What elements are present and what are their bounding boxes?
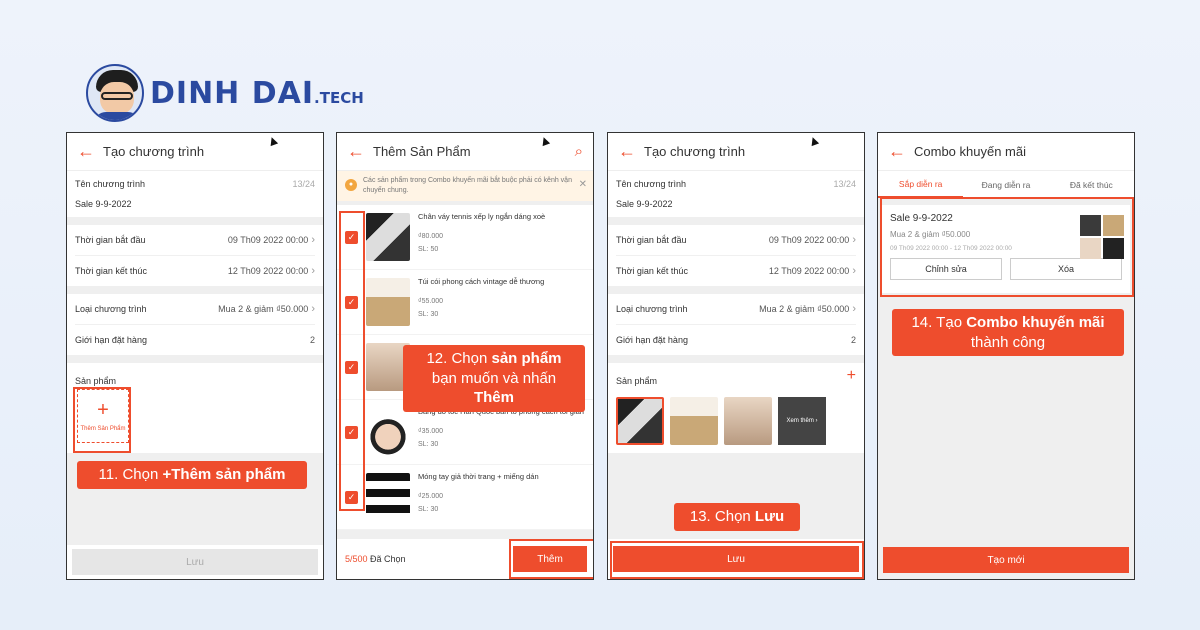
list-item[interactable]: ✓ Móng tay giả thời trang + miếng dán ₫25… bbox=[337, 465, 593, 530]
see-more-button[interactable]: Xem thêm › bbox=[778, 397, 826, 445]
plus-icon[interactable]: + bbox=[847, 367, 856, 385]
program-name-field[interactable]: Tên chương trình 13/24 Sale 9-9-2022 bbox=[67, 171, 323, 217]
avatar bbox=[86, 64, 144, 122]
header: ← Tạo chương trình bbox=[608, 133, 864, 171]
list-item[interactable]: ✓ Chân váy tennis xếp ly ngắn dáng xoè ₫8… bbox=[337, 205, 593, 270]
page-title: Tạo chương trình bbox=[103, 144, 205, 159]
screen-create-program-filled: ← Tạo chương trình Tên chương trình 13/24… bbox=[607, 132, 865, 580]
product-thumbnail[interactable] bbox=[670, 397, 718, 445]
tab-ended[interactable]: Đã kết thúc bbox=[1049, 171, 1134, 198]
page-title: Tạo chương trình bbox=[644, 144, 746, 159]
tab-ongoing[interactable]: Đang diễn ra bbox=[963, 171, 1048, 198]
brand-logo: DINH DAI.TECH bbox=[86, 64, 364, 122]
step-callout: 14. Tạo Combo khuyến mãi thành công bbox=[892, 309, 1124, 356]
back-arrow-icon[interactable]: ← bbox=[347, 141, 373, 162]
save-button[interactable]: Lưu bbox=[72, 549, 318, 575]
end-time-row[interactable]: Thời gian kết thúc 12 Th09 2022 00:00 bbox=[608, 256, 864, 286]
back-arrow-icon[interactable]: ← bbox=[888, 141, 914, 162]
notice-banner: ● Các sản phẩm trong Combo khuyến mãi bắ… bbox=[337, 171, 593, 201]
back-arrow-icon[interactable]: ← bbox=[618, 141, 644, 162]
tab-bar: Sắp diễn ra Đang diễn ra Đã kết thúc bbox=[878, 171, 1134, 199]
highlight-box bbox=[880, 197, 1134, 297]
selected-count: 5/500 Đã Chọn bbox=[345, 554, 406, 564]
screen-combo-list: ← Combo khuyến mãi Sắp diễn ra Đang diễn… bbox=[877, 132, 1135, 580]
header: ← Thêm Sản Phẩm ⌕ bbox=[337, 133, 593, 171]
screen-add-products: ← Thêm Sản Phẩm ⌕ ● Các sản phẩm trong C… bbox=[336, 132, 594, 580]
tab-upcoming[interactable]: Sắp diễn ra bbox=[878, 171, 964, 198]
header: ← Combo khuyến mãi bbox=[878, 133, 1134, 171]
product-thumbnail bbox=[366, 278, 410, 326]
product-thumbnail bbox=[366, 213, 410, 261]
page-title: Thêm Sản Phẩm bbox=[373, 144, 471, 159]
screen-create-program: ← Tạo chương trình Tên chương trình 13/24… bbox=[66, 132, 324, 580]
product-thumbnail[interactable] bbox=[616, 397, 664, 445]
search-icon[interactable]: ⌕ bbox=[575, 143, 583, 160]
program-name-field[interactable]: Tên chương trình 13/24 Sale 9-9-2022 bbox=[608, 171, 864, 217]
start-time-row[interactable]: Thời gian bắt đầu 09 Th09 2022 00:00 bbox=[67, 225, 323, 255]
program-type-row[interactable]: Loại chương trình Mua 2 & giảm ₫50.000 bbox=[608, 294, 864, 324]
start-time-row[interactable]: Thời gian bắt đầu 09 Th09 2022 00:00 bbox=[608, 225, 864, 255]
highlight-box bbox=[73, 387, 131, 453]
step-callout: 12. Chọn sản phẩm bạn muốn và nhấn Thêm bbox=[403, 345, 585, 412]
page-title: Combo khuyến mãi bbox=[914, 144, 1026, 159]
product-thumbnail bbox=[366, 408, 410, 456]
bell-icon: ● bbox=[345, 179, 357, 191]
back-arrow-icon[interactable]: ← bbox=[77, 141, 103, 162]
brand-name: DINH DAI.TECH bbox=[150, 75, 364, 111]
list-item[interactable]: ✓ Túi cói phong cách vintage dễ thương ₫5… bbox=[337, 270, 593, 335]
product-thumbnail[interactable] bbox=[724, 397, 772, 445]
program-type-row[interactable]: Loại chương trình Mua 2 & giảm ₫50.000 bbox=[67, 294, 323, 324]
header: ← Tạo chương trình bbox=[67, 133, 323, 171]
highlight-box bbox=[610, 541, 864, 579]
order-limit-row[interactable]: Giới hạn đặt hàng 2 bbox=[608, 325, 864, 355]
step-callout: 11. Chọn +Thêm sản phẩm bbox=[77, 461, 307, 489]
product-thumbnail bbox=[366, 473, 410, 521]
highlight-box bbox=[339, 211, 365, 511]
end-time-row[interactable]: Thời gian kết thúc 12 Th09 2022 00:00 bbox=[67, 256, 323, 286]
products-section: Sản phẩm + Xem thêm › bbox=[608, 363, 864, 453]
order-limit-row[interactable]: Giới hạn đặt hàng 2 bbox=[67, 325, 323, 355]
step-callout: 13. Chọn Lưu bbox=[674, 503, 800, 531]
close-icon[interactable]: ✕ bbox=[579, 178, 587, 192]
create-new-button[interactable]: Tạo mới bbox=[883, 547, 1129, 573]
highlight-box bbox=[509, 539, 593, 579]
